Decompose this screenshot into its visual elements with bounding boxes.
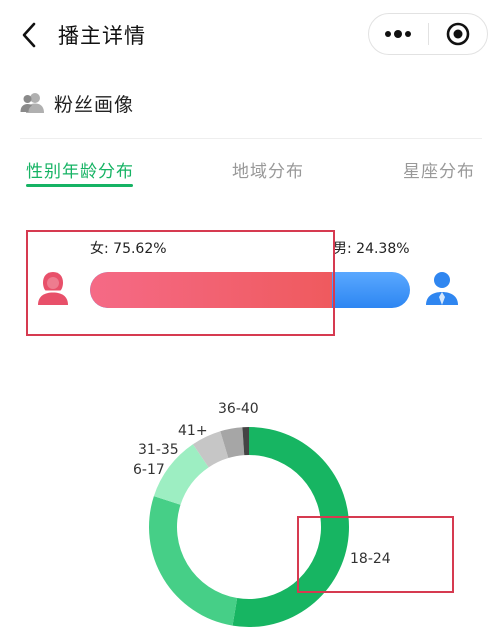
tab-gender-age[interactable]: 性别年龄分布 [26,157,134,182]
donut-slice-18-24[interactable] [232,427,350,627]
female-user-icon [38,272,68,305]
age-distribution-chart: 36-40 41+ 31-35 6-17 18-24 [133,401,391,627]
donut-slice-6-17[interactable] [149,496,238,626]
section-divider [20,138,482,139]
back-button[interactable] [14,18,44,52]
nav-bar: 播主详情 [0,0,499,70]
users-icon [20,93,44,113]
label-41-plus: 41+ [178,423,208,439]
label-18-24: 18-24 [350,551,391,567]
label-31-35: 31-35 [138,442,179,458]
chevron-left-icon [22,22,36,48]
close-button[interactable] [428,14,487,54]
male-user-icon [426,272,458,305]
female-ratio-fill [90,272,332,308]
section-title: 粉丝画像 [54,93,135,116]
more-dots-icon [385,30,412,38]
label-6-17: 6-17 [133,462,165,478]
gender-ratio-bar [90,272,410,308]
page-title: 播主详情 [58,24,146,48]
label-36-40: 36-40 [218,401,259,417]
fan-profile-header: 粉丝画像 [20,88,134,118]
tab-zodiac[interactable]: 星座分布 [403,157,475,182]
record-circle-icon [446,22,470,46]
active-tab-indicator [26,184,133,187]
more-button[interactable] [369,14,428,54]
mini-program-capsule [368,13,488,55]
male-percentage-label: 男: 24.38% [333,241,410,257]
tab-region[interactable]: 地域分布 [232,157,304,182]
female-percentage-label: 女: 75.62% [90,241,167,257]
